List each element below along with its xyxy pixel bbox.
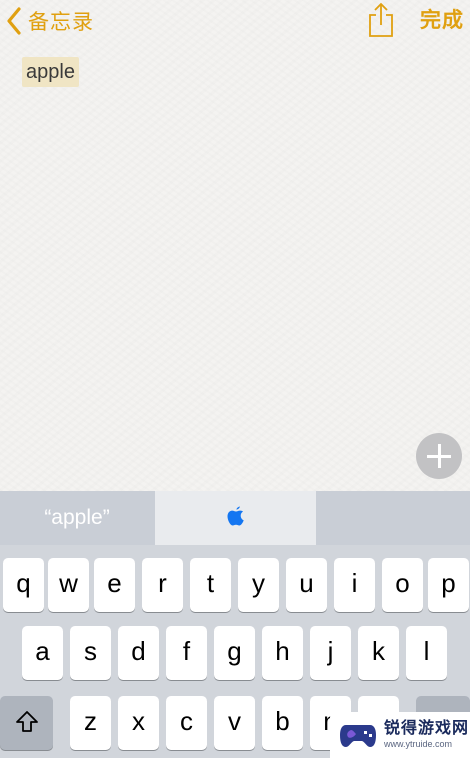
key-z[interactable]: z (70, 696, 111, 750)
key-s[interactable]: s (70, 626, 111, 680)
key-q[interactable]: q (3, 558, 44, 612)
gamepad-logo-icon (338, 719, 378, 751)
suggestion-left[interactable]: “apple” (0, 491, 154, 545)
note-text[interactable]: apple (22, 57, 79, 87)
key-d[interactable]: d (118, 626, 159, 680)
key-u[interactable]: u (286, 558, 327, 612)
back-button[interactable]: 备忘录 (6, 4, 94, 38)
share-button[interactable] (366, 2, 396, 38)
key-l[interactable]: l (406, 626, 447, 680)
suggestion-right[interactable] (317, 491, 470, 545)
back-label: 备忘录 (28, 11, 94, 34)
key-o[interactable]: o (382, 558, 423, 612)
watermark-title: 锐得游戏网 (384, 720, 470, 737)
shift-icon (14, 711, 40, 741)
key-e[interactable]: e (94, 558, 135, 612)
key-r[interactable]: r (142, 558, 183, 612)
key-h[interactable]: h (262, 626, 303, 680)
key-f[interactable]: f (166, 626, 207, 680)
key-i[interactable]: i (334, 558, 375, 612)
key-k[interactable]: k (358, 626, 399, 680)
key-p[interactable]: p (428, 558, 469, 612)
key-y[interactable]: y (238, 558, 279, 612)
apple-logo-icon (226, 506, 246, 533)
shift-key[interactable] (0, 696, 53, 750)
suggestion-bar: “apple” (0, 491, 470, 545)
watermark-url: www.ytruide.com (384, 739, 453, 749)
key-w[interactable]: w (48, 558, 89, 612)
add-button[interactable] (416, 433, 462, 479)
key-x[interactable]: x (118, 696, 159, 750)
done-button[interactable]: 完成 (420, 6, 464, 36)
suggestion-apple-logo[interactable] (155, 491, 316, 545)
key-v[interactable]: v (214, 696, 255, 750)
key-c[interactable]: c (166, 696, 207, 750)
share-icon (366, 2, 396, 42)
key-b[interactable]: b (262, 696, 303, 750)
key-a[interactable]: a (22, 626, 63, 680)
watermark: 锐得游戏网 www.ytruide.com (330, 712, 470, 758)
key-t[interactable]: t (190, 558, 231, 612)
key-g[interactable]: g (214, 626, 255, 680)
key-j[interactable]: j (310, 626, 351, 680)
chevron-left-icon (6, 7, 22, 35)
